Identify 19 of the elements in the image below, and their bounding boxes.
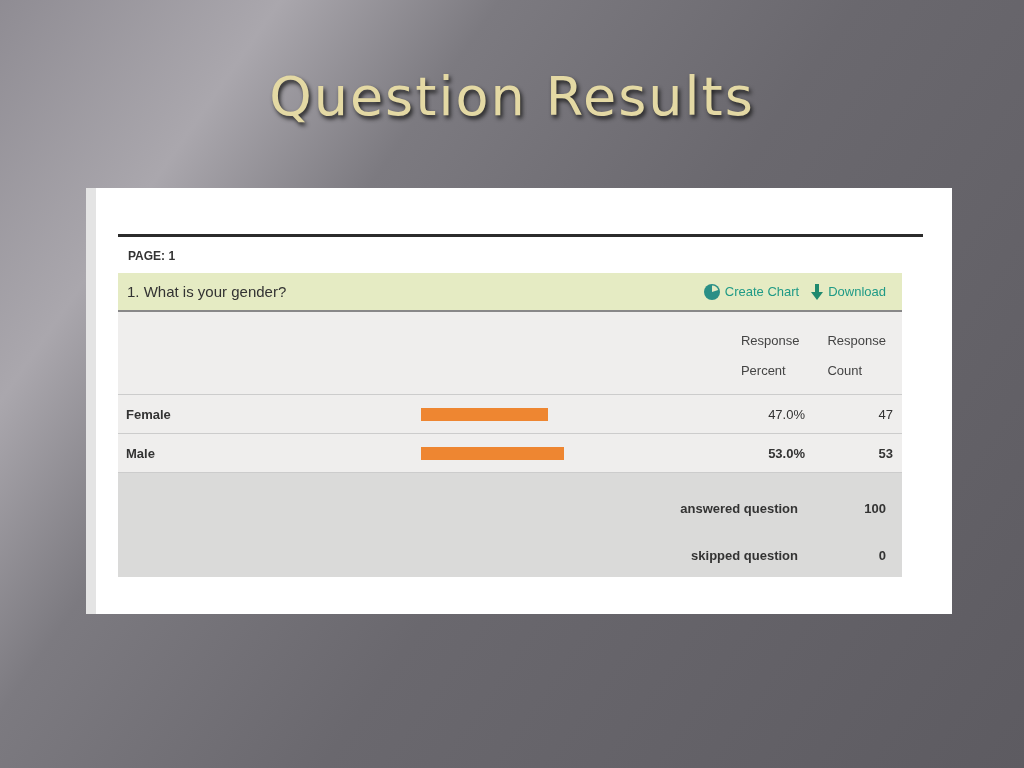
column-header: Response Count — [827, 332, 886, 380]
summary-label: answered question — [680, 501, 799, 516]
slide-title: Question Results — [269, 64, 755, 130]
action-link[interactable]: Create Chart — [703, 283, 800, 300]
response-percent: 53.0% — [767, 445, 805, 461]
column-header: Response Percent — [740, 332, 800, 380]
page-label: PAGE: 1 — [127, 248, 177, 265]
down-arrow-icon — [811, 283, 824, 300]
summary-value: 0 — [877, 548, 887, 563]
response-count: 47 — [877, 406, 893, 422]
response-count: 53 — [877, 445, 893, 461]
pie-chart-icon — [703, 283, 720, 300]
answer-label: Female — [125, 406, 172, 422]
response-percent: 47.0% — [767, 406, 805, 422]
action-link[interactable]: Download — [811, 283, 886, 300]
summary-value: 100 — [863, 501, 887, 516]
summary-label: skipped question — [691, 548, 799, 563]
answer-label: Male — [125, 445, 156, 461]
question-text: 1. What is your gender? — [127, 283, 287, 300]
